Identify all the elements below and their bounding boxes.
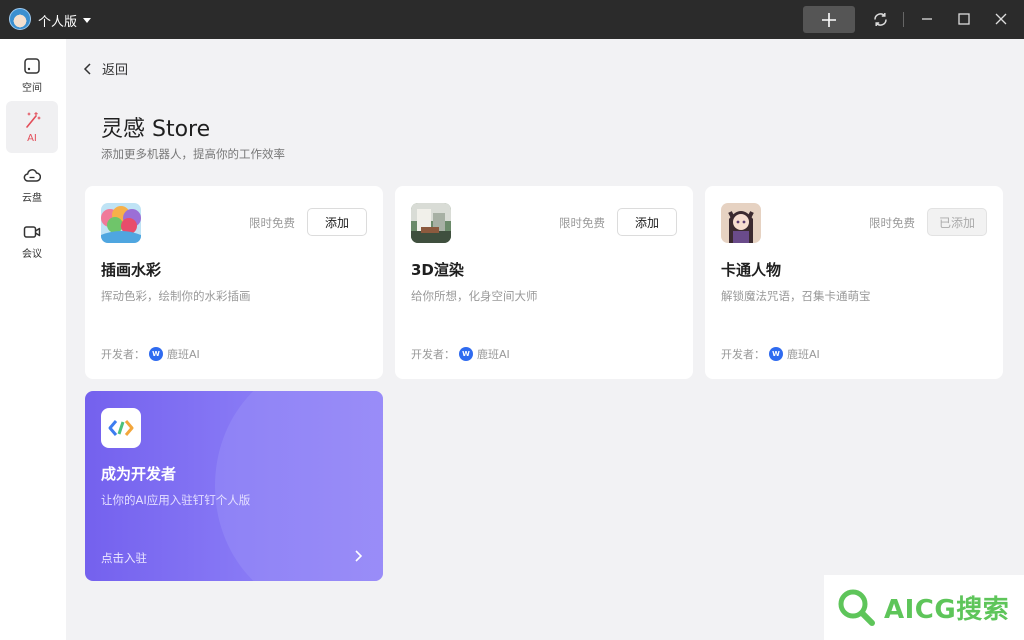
card-description: 挥动色彩，绘制你的水彩插画 [101, 289, 251, 303]
back-button[interactable]: 返回 [82, 59, 128, 78]
add-button[interactable]: 添加 [617, 208, 677, 236]
magnifier-logo-icon [838, 589, 875, 626]
dev-card-description: 让你的AI应用入驻钉钉个人版 [101, 493, 251, 507]
sidebar-item-ai[interactable]: AI [6, 101, 58, 153]
back-label: 返回 [102, 63, 129, 78]
cartoon-thumbnail [721, 203, 761, 243]
plus-icon [822, 12, 836, 27]
dev-card-cta[interactable]: 点击入驻 [101, 550, 147, 566]
developer-info: 开发者： W 鹿班AI [411, 346, 510, 362]
chevron-right-icon[interactable] [352, 549, 364, 563]
card-description: 解锁魔法咒语，召集卡通萌宝 [721, 289, 871, 303]
sidebar-item-meeting[interactable]: 会议 [6, 215, 58, 267]
bot-card-watercolor[interactable]: 限时免费 添加 插画水彩 挥动色彩，绘制你的水彩插画 开发者： W 鹿班AI [85, 186, 383, 379]
dev-card-title: 成为开发者 [101, 465, 177, 483]
code-icon [101, 408, 141, 448]
sidebar-item-label: 云盘 [22, 192, 42, 204]
magic-wand-icon [26, 111, 41, 128]
free-badge: 限时免费 [869, 216, 915, 230]
free-badge: 限时免费 [559, 216, 605, 230]
developer-prefix: 开发者： [101, 348, 145, 361]
minimize-icon [922, 18, 932, 20]
become-developer-card[interactable]: 成为开发者 让你的AI应用入驻钉钉个人版 点击入驻 [85, 391, 383, 581]
luban-logo-icon: W [149, 347, 163, 361]
sidebar-item-space[interactable]: 空间 [6, 49, 58, 101]
title-bar: 个人版 [0, 0, 1024, 39]
watermark-text: AICG搜索 [884, 595, 1010, 625]
new-button[interactable] [803, 6, 855, 33]
card-title: 卡通人物 [721, 261, 782, 279]
sidebar-item-label: 空间 [22, 82, 42, 94]
cloud-icon [23, 168, 41, 182]
developer-name: 鹿班AI [787, 348, 820, 361]
card-description: 给你所想，化身空间大师 [411, 289, 538, 303]
maximize-icon [958, 13, 970, 25]
sync-button[interactable] [871, 10, 889, 28]
watercolor-thumbnail [101, 203, 141, 243]
maximize-button[interactable] [955, 10, 973, 28]
3d-render-thumbnail [411, 203, 451, 243]
add-button[interactable]: 添加 [307, 208, 367, 236]
bot-card-3d-render[interactable]: 限时免费 添加 3D渲染 给你所想，化身空间大师 开发者： W 鹿班AI [395, 186, 693, 379]
developer-info: 开发者： W 鹿班AI [721, 346, 820, 362]
developer-name: 鹿班AI [167, 348, 200, 361]
video-icon [23, 225, 41, 238]
sidebar-item-label: 会议 [22, 248, 42, 260]
edition-switcher[interactable]: 个人版 [38, 11, 92, 30]
caret-down-icon [83, 18, 92, 23]
developer-info: 开发者： W 鹿班AI [101, 346, 200, 362]
sidebar: 空间 AI 云盘 会议 [0, 39, 66, 640]
close-icon [995, 13, 1007, 25]
developer-prefix: 开发者： [411, 348, 455, 361]
close-button[interactable] [992, 10, 1010, 28]
sync-icon [873, 12, 887, 26]
edition-label: 个人版 [38, 15, 78, 30]
added-button[interactable]: 已添加 [927, 208, 987, 236]
chevron-left-icon [83, 62, 91, 75]
luban-logo-icon: W [769, 347, 783, 361]
page-subtitle: 添加更多机器人，提高你的工作效率 [101, 147, 285, 161]
sidebar-item-label: AI [27, 132, 37, 144]
space-icon [24, 57, 40, 74]
sidebar-item-cloud[interactable]: 云盘 [6, 159, 58, 211]
luban-logo-icon: W [459, 347, 473, 361]
page-title: 灵感 Store [101, 117, 211, 142]
watermark: AICG搜索 [824, 575, 1024, 640]
free-badge: 限时免费 [249, 216, 295, 230]
user-avatar[interactable] [9, 8, 31, 30]
developer-prefix: 开发者： [721, 348, 765, 361]
minimize-button[interactable] [918, 10, 936, 28]
bot-card-cartoon[interactable]: 限时免费 已添加 卡通人物 解锁魔法咒语，召集卡通萌宝 开发者： W 鹿班AI [705, 186, 1003, 379]
card-title: 插画水彩 [101, 261, 162, 279]
developer-name: 鹿班AI [477, 348, 510, 361]
card-title: 3D渲染 [411, 261, 464, 279]
titlebar-divider [903, 12, 904, 27]
